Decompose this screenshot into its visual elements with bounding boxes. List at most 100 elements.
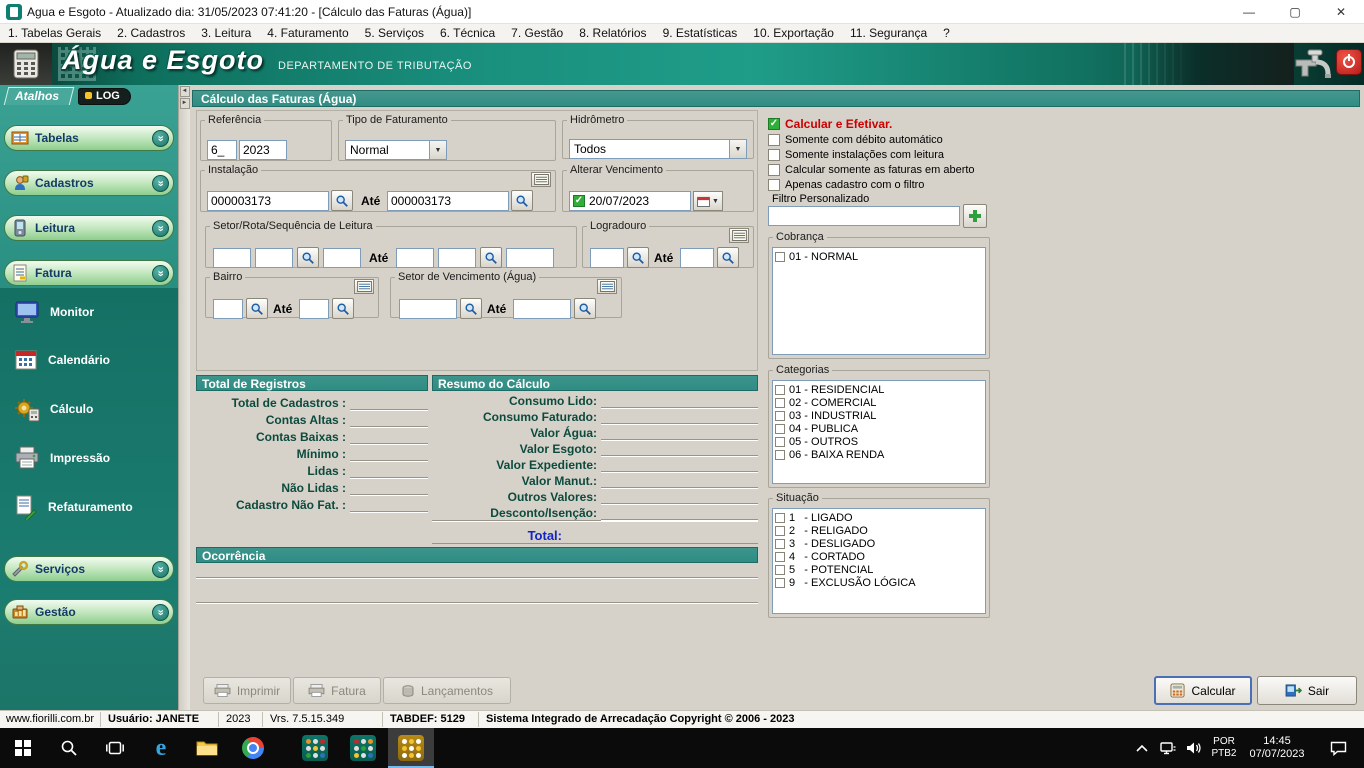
sidebar-item-servicos[interactable]: Serviços »: [4, 556, 174, 582]
chevron-down-icon[interactable]: »: [152, 130, 169, 147]
lancamentos-button[interactable]: Lançamentos: [383, 677, 511, 704]
sidebar-item-calculo[interactable]: Cálculo: [14, 396, 93, 422]
list-item[interactable]: 2 - RELIGADO: [775, 524, 983, 537]
bairro-to-input[interactable]: [299, 299, 329, 319]
sidebar-item-fatura[interactable]: Fatura »: [4, 260, 174, 286]
chevron-down-icon[interactable]: »: [152, 220, 169, 237]
setor-rota-ate-search-button[interactable]: [480, 247, 502, 268]
volume-icon[interactable]: [1182, 728, 1206, 768]
sair-button[interactable]: Sair: [1257, 676, 1357, 705]
checkbox[interactable]: [775, 398, 785, 408]
rota-ate-input[interactable]: [438, 248, 476, 268]
chevron-down-icon[interactable]: »: [152, 561, 169, 578]
list-item[interactable]: 1 - LIGADO: [775, 511, 983, 524]
edge-browser-icon[interactable]: e: [138, 728, 184, 768]
sidebar-item-monitor[interactable]: Monitor: [14, 300, 94, 324]
list-item[interactable]: 9 - EXCLUSÃO LÓGICA: [775, 576, 983, 589]
instalacao-from-input[interactable]: [207, 191, 329, 211]
menu-item-relatorios[interactable]: 8. Relatórios: [571, 26, 654, 40]
checkbox[interactable]: [775, 539, 785, 549]
checkbox[interactable]: [775, 411, 785, 421]
language-indicator[interactable]: POR PTB2: [1206, 728, 1242, 768]
close-button[interactable]: ✕: [1318, 0, 1364, 23]
instalacao-to-input[interactable]: [387, 191, 509, 211]
cobranca-listbox[interactable]: 01 - NORMAL: [772, 247, 986, 355]
menu-item-tecnica[interactable]: 6. Técnica: [432, 26, 503, 40]
list-item[interactable]: 4 - CORTADO: [775, 550, 983, 563]
menu-item-seguranca[interactable]: 11. Segurança: [842, 26, 935, 40]
tab-atalhos[interactable]: Atalhos: [4, 87, 75, 105]
menu-item-servicos[interactable]: 5. Serviços: [357, 26, 432, 40]
setor-input[interactable]: [213, 248, 251, 268]
menu-item-gestao[interactable]: 7. Gestão: [503, 26, 571, 40]
setor-vencimento-search-button[interactable]: [460, 298, 482, 319]
menu-item-tabelas-gerais[interactable]: 1. Tabelas Gerais: [0, 26, 109, 40]
logradouro-search-button[interactable]: [627, 247, 649, 268]
menu-item-faturamento[interactable]: 4. Faturamento: [259, 26, 356, 40]
fatura-button[interactable]: Fatura: [293, 677, 381, 704]
splitter-collapse-button[interactable]: ◄: [180, 86, 190, 97]
list-item[interactable]: 5 - POTENCIAL: [775, 563, 983, 576]
fiorilli-app-icon-active[interactable]: [388, 728, 434, 768]
checkbox[interactable]: [775, 424, 785, 434]
list-lookup-icon[interactable]: [531, 172, 551, 187]
sequencia-ate-input[interactable]: [506, 248, 554, 268]
calcular-button[interactable]: Calcular: [1154, 676, 1252, 705]
sidebar-item-cadastros[interactable]: Cadastros »: [4, 170, 174, 196]
task-view-button[interactable]: [92, 728, 138, 768]
setor-rota-search-button[interactable]: [297, 247, 319, 268]
checkbox[interactable]: [775, 385, 785, 395]
setor-vencimento-ate-search-button[interactable]: [574, 298, 596, 319]
checkbox[interactable]: [775, 513, 785, 523]
taskbar-search-button[interactable]: [46, 728, 92, 768]
checkbox[interactable]: [768, 134, 780, 146]
option-faturas-em-aberto[interactable]: Calcular somente as faturas em aberto: [768, 164, 975, 176]
list-item[interactable]: 02 - COMERCIAL: [775, 396, 983, 409]
checkbox[interactable]: [775, 578, 785, 588]
menu-item-help[interactable]: ?: [935, 26, 958, 40]
menu-item-exportacao[interactable]: 10. Exportação: [745, 26, 842, 40]
list-item[interactable]: 01 - NORMAL: [775, 250, 983, 263]
situacao-listbox[interactable]: 1 - LIGADO 2 - RELIGADO 3 - DESLIGADO 4 …: [772, 508, 986, 614]
start-button[interactable]: [0, 728, 46, 768]
chevron-down-icon[interactable]: »: [152, 604, 169, 621]
maximize-button[interactable]: ▢: [1272, 0, 1318, 23]
setor-ate-input[interactable]: [396, 248, 434, 268]
checkbox[interactable]: [775, 252, 785, 262]
list-item[interactable]: 06 - BAIXA RENDA: [775, 448, 983, 461]
sidebar-item-refaturamento[interactable]: Refaturamento: [14, 494, 133, 520]
checkbox[interactable]: [775, 552, 785, 562]
categorias-listbox[interactable]: 01 - RESIDENCIAL 02 - COMERCIAL 03 - IND…: [772, 380, 986, 484]
logradouro-ate-search-button[interactable]: [717, 247, 739, 268]
referencia-month-input[interactable]: [207, 140, 237, 160]
hidrometro-select[interactable]: Todos ▼: [569, 139, 747, 159]
chrome-browser-icon[interactable]: [230, 728, 276, 768]
sidebar-splitter[interactable]: ◄ ►: [178, 85, 190, 710]
file-explorer-icon[interactable]: [184, 728, 230, 768]
splitter-expand-button[interactable]: ►: [180, 98, 190, 109]
fiorilli-app-icon-1[interactable]: [292, 728, 338, 768]
menu-item-leitura[interactable]: 3. Leitura: [193, 26, 259, 40]
menu-item-cadastros[interactable]: 2. Cadastros: [109, 26, 193, 40]
list-item[interactable]: 03 - INDUSTRIAL: [775, 409, 983, 422]
taskbar-clock[interactable]: 14:45 07/07/2023: [1244, 728, 1310, 768]
checkbox[interactable]: ✓: [768, 118, 780, 130]
menu-item-estatisticas[interactable]: 9. Estatísticas: [655, 26, 746, 40]
option-instalacoes-com-leitura[interactable]: Somente instalações com leitura: [768, 149, 944, 161]
tipo-faturamento-select[interactable]: Normal ▼: [345, 140, 447, 160]
logradouro-from-input[interactable]: [590, 248, 624, 268]
tray-expand-button[interactable]: [1130, 728, 1154, 768]
checkbox[interactable]: [768, 164, 780, 176]
fiorilli-app-icon-2[interactable]: [340, 728, 386, 768]
sidebar-item-impressao[interactable]: Impressão: [14, 446, 110, 470]
sidebar-item-tabelas[interactable]: Tabelas »: [4, 125, 174, 151]
instalacao-to-search-button[interactable]: [511, 190, 533, 211]
checkbox[interactable]: [775, 450, 785, 460]
filtro-add-button[interactable]: [963, 204, 987, 228]
option-calcular-efetivar[interactable]: ✓ Calcular e Efetivar.: [768, 117, 892, 131]
list-lookup-icon[interactable]: [354, 279, 374, 294]
log-button[interactable]: LOG: [78, 88, 131, 105]
list-item[interactable]: 3 - DESLIGADO: [775, 537, 983, 550]
referencia-year-input[interactable]: [239, 140, 287, 160]
list-item[interactable]: 01 - RESIDENCIAL: [775, 383, 983, 396]
